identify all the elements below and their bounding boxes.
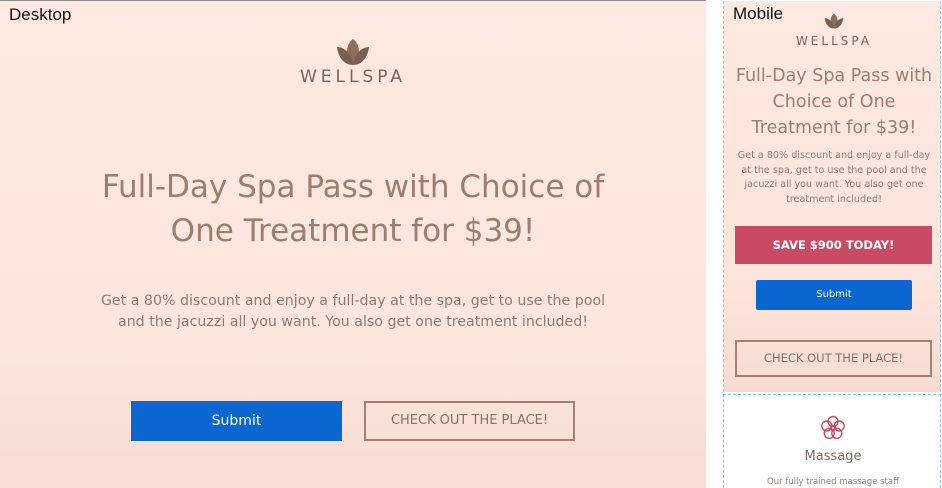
check-out-place-button[interactable]: CHECK OUT THE PLACE!: [364, 401, 575, 441]
submit-button[interactable]: Submit: [756, 280, 912, 310]
flower-icon: [821, 415, 845, 439]
hero-description: Get a 80% discount and enjoy a full-day …: [100, 293, 606, 330]
brand-name: WELLSPA: [795, 34, 873, 48]
check-out-place-button[interactable]: CHECK OUT THE PLACE!: [735, 340, 932, 377]
service-card-massage: Massage Our fully trained massage staff: [723, 394, 941, 488]
hero-description: Get a 80% discount and enjoy a full-day …: [737, 150, 931, 205]
save-banner[interactable]: SAVE $900 TODAY!: [735, 226, 932, 264]
submit-button[interactable]: Submit: [131, 401, 342, 441]
hero-headline: Full-Day Spa Pass with Choice of One Tre…: [101, 169, 605, 249]
service-title: Massage: [804, 449, 862, 464]
lotus-icon: [337, 39, 369, 65]
desktop-label: Desktop: [9, 5, 72, 24]
mobile-preview: WELLSPA Full-Day Spa Pass with Choice of…: [722, 0, 942, 488]
mobile-label: Mobile: [733, 4, 784, 23]
mobile-hero-section: WELLSPA Full-Day Spa Pass with Choice of…: [723, 1, 941, 392]
service-description: Our fully trained massage staff: [767, 477, 899, 487]
hero-headline: Full-Day Spa Pass with Choice of One Tre…: [735, 66, 933, 138]
desktop-preview: Desktop WELLSPA Full-Day Spa Pass with C…: [0, 0, 706, 488]
brand-name: WELLSPA: [299, 67, 407, 87]
lotus-icon: [824, 13, 844, 29]
